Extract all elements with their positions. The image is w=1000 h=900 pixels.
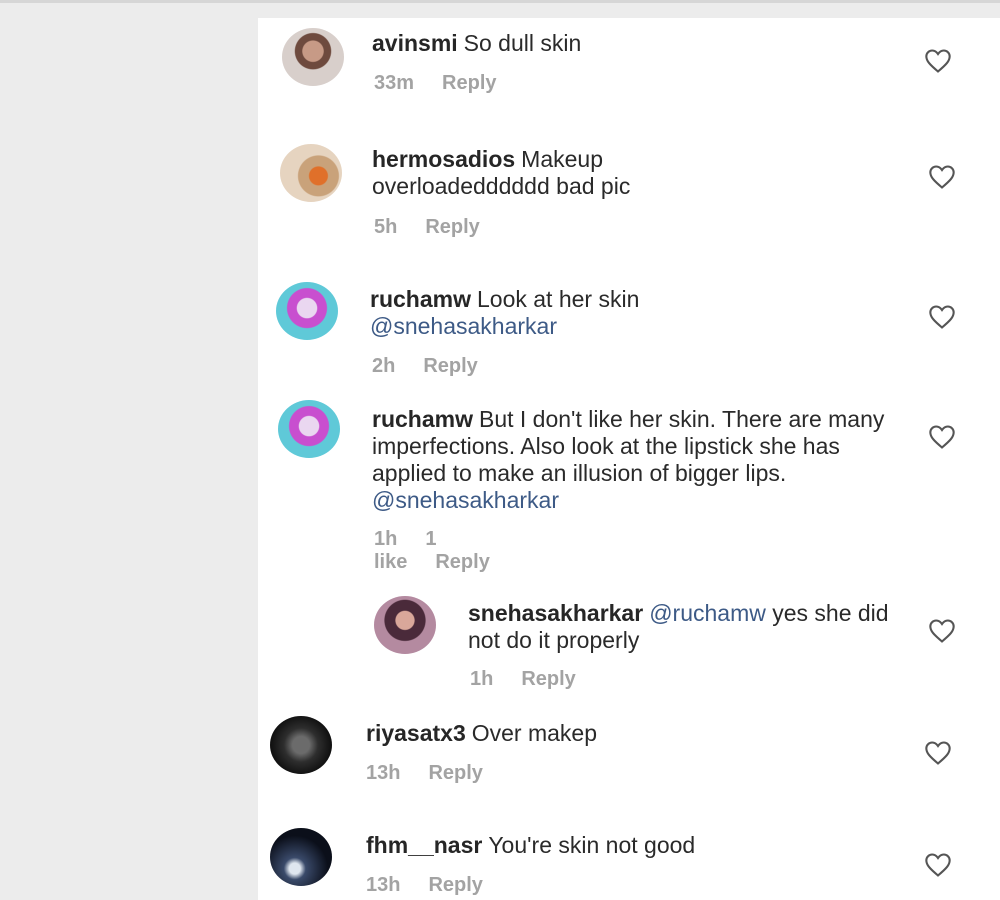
avatar[interactable] (278, 400, 340, 458)
like-heart-icon[interactable] (928, 164, 956, 190)
mention-link[interactable]: @snehasakharkar (370, 313, 557, 339)
reply-button[interactable]: Reply (435, 551, 489, 573)
comment-meta: 5h Reply (374, 216, 508, 239)
reply-button[interactable]: Reply (423, 355, 477, 377)
comment-username[interactable]: snehasakharkar (468, 600, 643, 626)
mention-link[interactable]: @ruchamw (649, 600, 766, 626)
comment-text: riyasatx3 Over makep (366, 720, 786, 747)
comment-meta: 1h Reply (470, 668, 604, 691)
comment-username[interactable]: avinsmi (372, 30, 458, 56)
comment-time: 13h (366, 762, 401, 784)
comment-meta: 2h Reply (372, 355, 506, 378)
like-heart-icon[interactable] (928, 618, 956, 644)
comment-meta: 33m Reply (374, 72, 525, 95)
comment-time: 33m (374, 72, 415, 94)
comment-text: ruchamw Look at her skin @snehasakharkar (370, 286, 770, 340)
avatar[interactable] (282, 28, 344, 86)
like-heart-icon[interactable] (924, 48, 952, 74)
comment-username[interactable]: hermosadios (372, 146, 515, 172)
like-heart-icon[interactable] (924, 740, 952, 766)
comment-username[interactable]: riyasatx3 (366, 720, 466, 746)
reply-button[interactable]: Reply (428, 874, 482, 896)
avatar[interactable] (276, 282, 338, 340)
avatar[interactable] (270, 716, 332, 774)
comment-time: 1h (374, 528, 398, 550)
comment-meta: 13h Reply (366, 874, 511, 897)
reply-button[interactable]: Reply (442, 72, 496, 94)
comment-time: 1h (470, 668, 494, 690)
reply-button[interactable]: Reply (425, 216, 479, 238)
comment-text: hermosadios Makeup overloadedddddd bad pi… (372, 146, 752, 200)
comment-time: 2h (372, 355, 396, 377)
comment-text: snehasakharkar @ruchamw yes she did not d… (468, 600, 898, 654)
reply-button[interactable]: Reply (428, 762, 482, 784)
top-divider (0, 0, 1000, 3)
comment-meta: 13h Reply (366, 762, 511, 785)
like-heart-icon[interactable] (928, 424, 956, 450)
like-heart-icon[interactable] (924, 852, 952, 878)
comment-body: So dull skin (463, 30, 582, 56)
like-heart-icon[interactable] (928, 304, 956, 330)
mention-link[interactable]: @snehasakharkar (372, 487, 559, 513)
comment-text: ruchamw But I don't like her skin. There … (372, 406, 892, 514)
comment-username[interactable]: fhm__nasr (366, 832, 482, 858)
avatar[interactable] (270, 828, 332, 886)
comment-meta: 1h 1 like Reply (374, 528, 518, 574)
comment-time: 5h (374, 216, 398, 238)
comment-text: fhm__nasr You're skin not good (366, 832, 826, 859)
comment-body: You're skin not good (488, 832, 696, 858)
comment-body: Look at her skin (476, 286, 640, 312)
comment-body: Over makep (471, 720, 598, 746)
reply-button[interactable]: Reply (521, 668, 575, 690)
comments-panel: avinsmi So dull skin 33m Reply hermosadios… (258, 18, 1000, 900)
comment-username[interactable]: ruchamw (370, 286, 471, 312)
comment-time: 13h (366, 874, 401, 896)
comment-text: avinsmi So dull skin (372, 30, 892, 57)
comment-username[interactable]: ruchamw (372, 406, 473, 432)
avatar[interactable] (280, 144, 342, 202)
avatar[interactable] (374, 596, 436, 654)
